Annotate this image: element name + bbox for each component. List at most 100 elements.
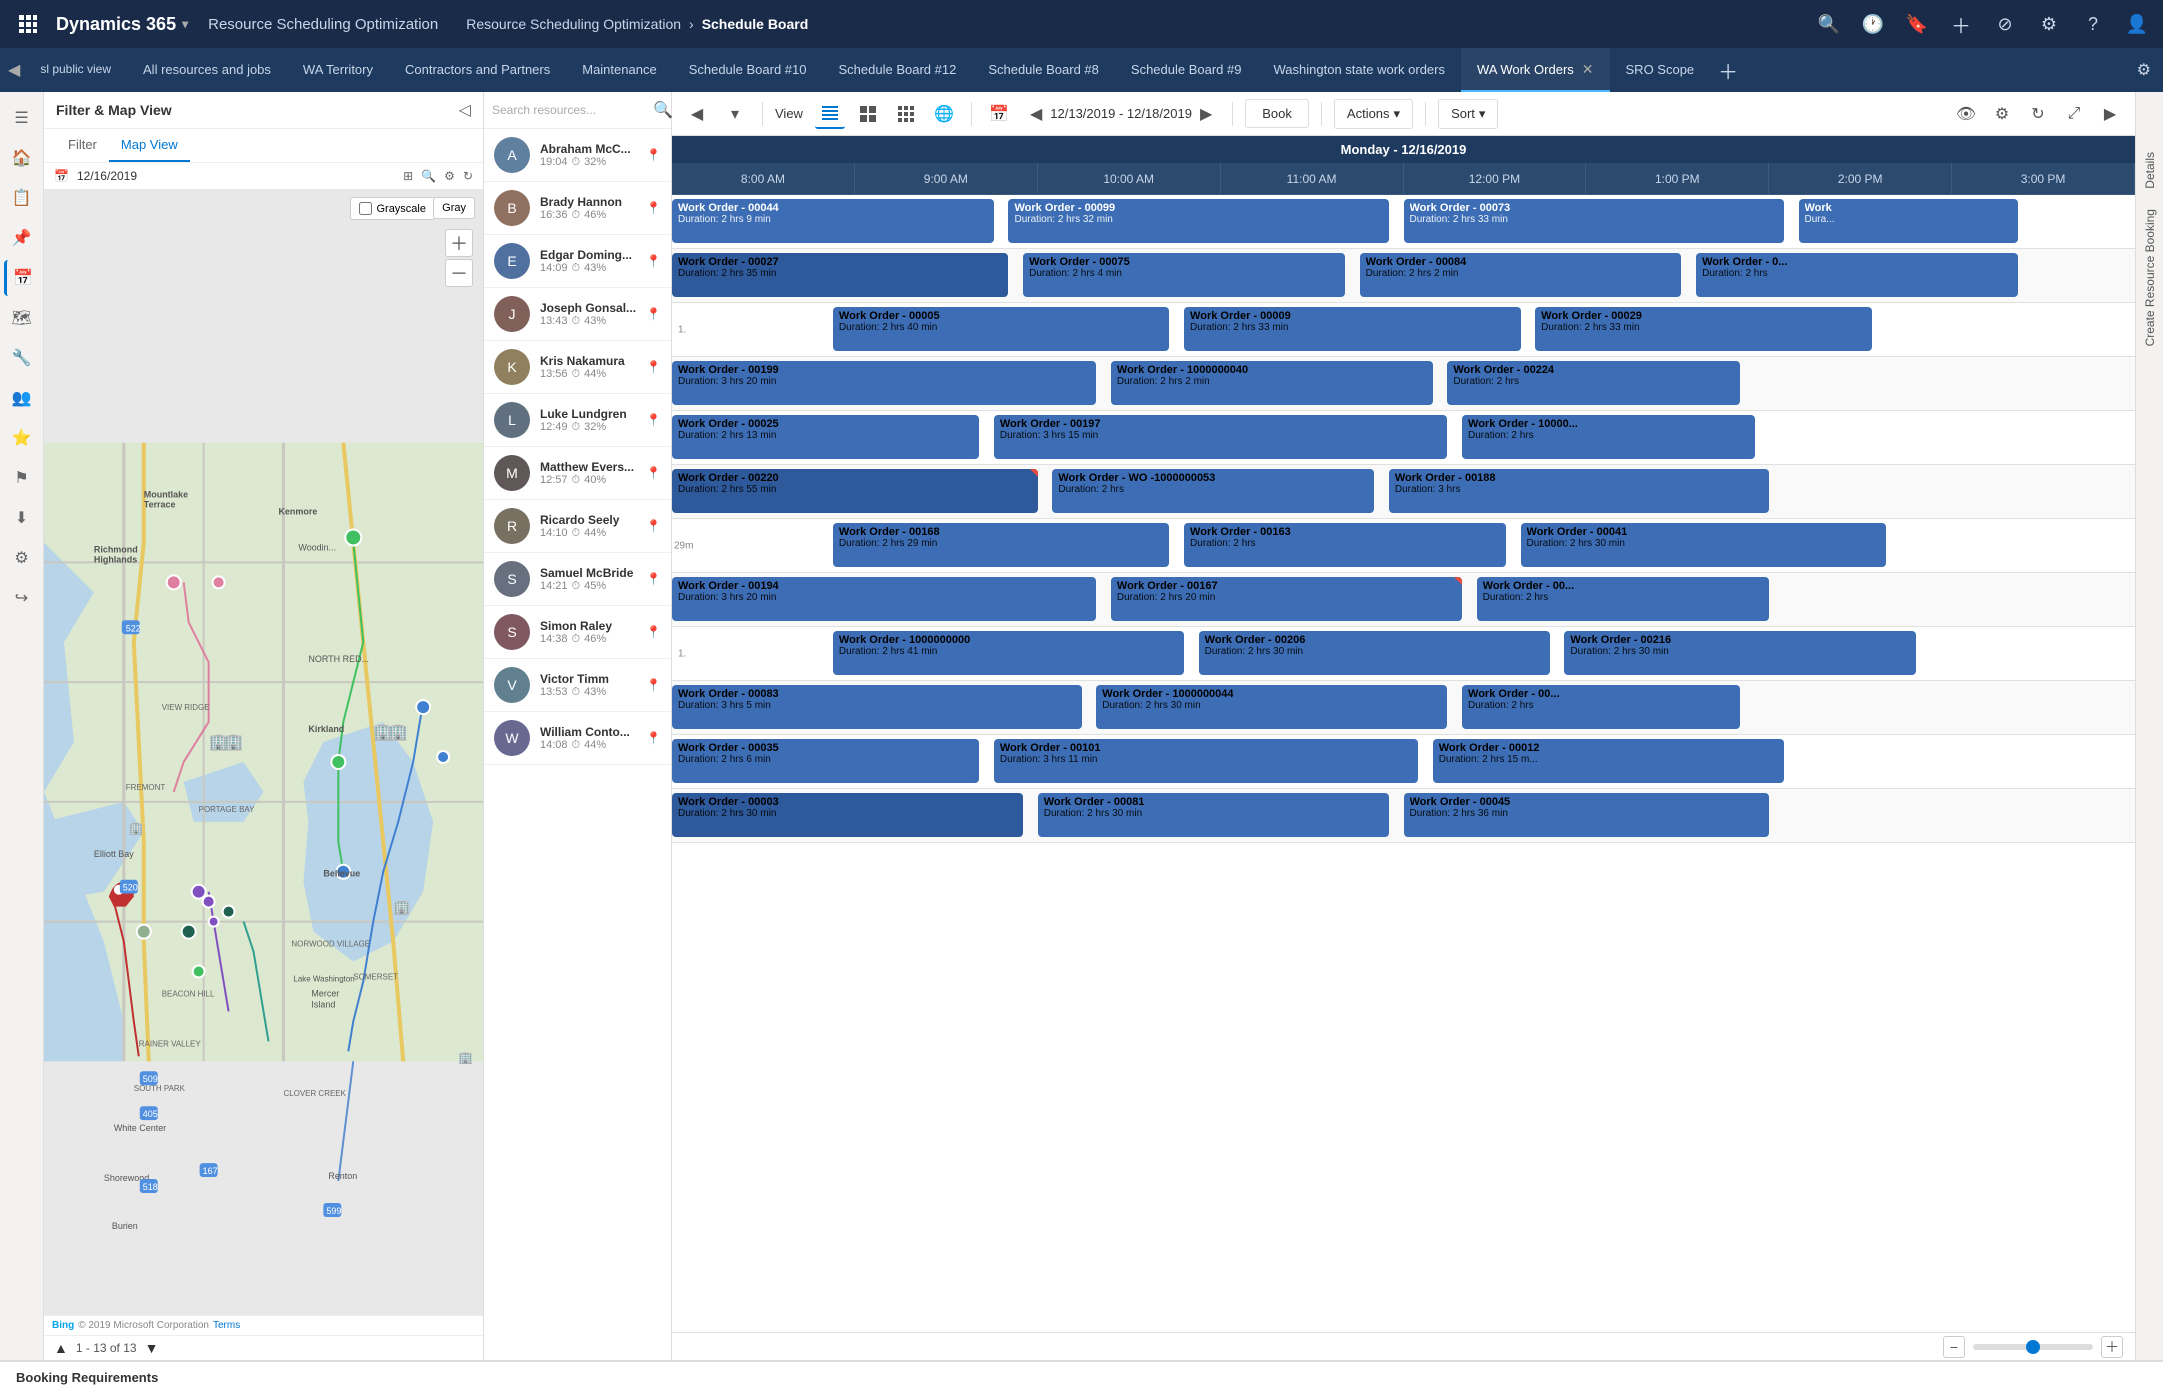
list-view-btn[interactable] [815, 99, 845, 129]
tab-schedule-10[interactable]: Schedule Board #10 [673, 48, 823, 92]
resource-item[interactable]: M Matthew Evers... 12:57 ⏱ 40% 📍 [484, 447, 671, 500]
zoom-in-btn[interactable]: ＋ [445, 229, 473, 257]
map-tab-mapview[interactable]: Map View [109, 129, 190, 162]
eye-icon[interactable]: 👁 [1951, 99, 1981, 129]
map-container[interactable]: 🏢 🏢 🏢 🏢 🏢 🏢 🏢 Mountlake Terrace Richmond… [44, 189, 483, 1315]
work-order-block[interactable]: Work Order - 1000000044 Duration: 2 hrs … [1096, 685, 1447, 729]
work-order-block[interactable]: Work Order - 00025 Duration: 2 hrs 13 mi… [672, 415, 979, 459]
app-grid-icon[interactable] [12, 8, 44, 40]
resources-search-icon[interactable]: 🔍 [653, 100, 673, 120]
work-order-block[interactable]: Work Order - 00005 Duration: 2 hrs 40 mi… [833, 307, 1169, 351]
sidebar-star-icon[interactable]: ⭐ [4, 420, 40, 456]
table-view-btn[interactable] [853, 99, 883, 129]
resource-item[interactable]: K Kris Nakamura 13:56 ⏱ 44% 📍 [484, 341, 671, 394]
tab-add-button[interactable]: ＋ [1710, 48, 1746, 92]
zoom-plus-btn[interactable]: ＋ [2101, 1336, 2123, 1358]
work-order-block[interactable]: Work Order - 00027 Duration: 2 hrs 35 mi… [672, 253, 1008, 297]
work-order-block[interactable]: Work Order - 00035 Duration: 2 hrs 6 min [672, 739, 979, 783]
work-order-block[interactable]: Work Order - WO -1000000053 Duration: 2 … [1052, 469, 1374, 513]
work-order-block[interactable]: Work Order - 00194 Duration: 3 hrs 20 mi… [672, 577, 1096, 621]
sidebar-flag-icon[interactable]: ⚑ [4, 460, 40, 496]
work-order-block[interactable]: Work Order - 00044 Duration: 2 hrs 9 min [672, 199, 994, 243]
actions-button[interactable]: Actions ▾ [1334, 99, 1413, 129]
breadcrumb-item-2[interactable]: Schedule Board [702, 16, 809, 32]
work-order-block[interactable]: Work Order - 00099 Duration: 2 hrs 32 mi… [1008, 199, 1388, 243]
settings-icon[interactable]: ⚙ [2035, 10, 2063, 38]
sidebar-pinned-icon[interactable]: 📌 [4, 220, 40, 256]
work-order-block[interactable]: Work Order - 00083 Duration: 3 hrs 5 min [672, 685, 1082, 729]
sidebar-recent-icon[interactable]: 📋 [4, 180, 40, 216]
work-order-block[interactable]: Work Dura... [1799, 199, 2018, 243]
sort-button[interactable]: Sort ▾ [1438, 99, 1498, 129]
work-order-block[interactable]: Work Order - 00084 Duration: 2 hrs 2 min [1360, 253, 1682, 297]
schedule-settings-icon[interactable]: ⚙ [1987, 99, 2017, 129]
zoom-track[interactable] [1973, 1344, 2093, 1350]
map-cal-icon[interactable]: 📅 [54, 169, 69, 183]
work-order-block[interactable]: Work Order - 0... Duration: 2 hrs [1696, 253, 2018, 297]
work-order-block[interactable]: Work Order - 00101 Duration: 3 hrs 11 mi… [994, 739, 1418, 783]
map-search-icon[interactable]: 🔍 [421, 169, 436, 183]
sidebar-schedule-icon[interactable]: 📅 [4, 260, 40, 296]
sidebar-route-icon[interactable]: ↪ [4, 580, 40, 616]
work-order-block[interactable]: Work Order - 00188 Duration: 3 hrs [1389, 469, 1769, 513]
resource-item[interactable]: S Samuel McBride 14:21 ⏱ 45% 📍 [484, 553, 671, 606]
work-order-block[interactable]: Work Order - 00199 Duration: 3 hrs 20 mi… [672, 361, 1096, 405]
new-icon[interactable]: ＋ [1947, 10, 1975, 38]
schedule-expand-icon[interactable]: ⤢ [2059, 99, 2089, 129]
recent-icon[interactable]: 🕐 [1859, 10, 1887, 38]
sidebar-map-icon[interactable]: 🗺 [4, 300, 40, 336]
schedule-dropdown-btn[interactable]: ▾ [720, 99, 750, 129]
work-order-block[interactable]: Work Order - 00041 Duration: 2 hrs 30 mi… [1521, 523, 1887, 567]
map-refresh-icon[interactable]: ↻ [463, 169, 473, 183]
tab-wa-work-orders[interactable]: WA Work Orders ✕ [1461, 48, 1610, 92]
tab-schedule-12[interactable]: Schedule Board #12 [823, 48, 973, 92]
map-grid-icon[interactable]: ⊞ [403, 169, 413, 183]
grayscale-toggle[interactable]: Grayscale [350, 197, 435, 220]
breadcrumb-item-1[interactable]: Resource Scheduling Optimization [466, 16, 681, 32]
filter-icon[interactable]: ⊘ [1991, 10, 2019, 38]
pagination-down-btn[interactable]: ▼ [145, 1340, 159, 1356]
map-tab-filter[interactable]: Filter [56, 129, 109, 162]
resource-item[interactable]: J Joseph Gonsal... 13:43 ⏱ 43% 📍 [484, 288, 671, 341]
work-order-block[interactable]: Work Order - 1000000000 Duration: 2 hrs … [833, 631, 1184, 675]
work-order-block[interactable]: Work Order - 00029 Duration: 2 hrs 33 mi… [1535, 307, 1871, 351]
tab-schedule-8[interactable]: Schedule Board #8 [972, 48, 1115, 92]
work-order-block[interactable]: Work Order - 00075 Duration: 2 hrs 4 min [1023, 253, 1345, 297]
tab-all-resources[interactable]: All resources and jobs [127, 48, 287, 92]
tab-sl-public-view[interactable]: sl public view [24, 48, 127, 92]
tab-wa-territory[interactable]: WA Territory [287, 48, 389, 92]
tab-settings-button[interactable]: ⚙ [2129, 48, 2159, 92]
work-order-block[interactable]: Work Order - 00... Duration: 2 hrs [1477, 577, 1770, 621]
work-order-block[interactable]: Work Order - 10000... Duration: 2 hrs [1462, 415, 1755, 459]
resource-item[interactable]: V Victor Timm 13:53 ⏱ 43% 📍 [484, 659, 671, 712]
work-order-block[interactable]: Work Order - 00045 Duration: 2 hrs 36 mi… [1404, 793, 1770, 837]
user-icon[interactable]: 👤 [2123, 10, 2151, 38]
work-order-block[interactable]: Work Order - 00224 Duration: 2 hrs [1447, 361, 1740, 405]
work-order-block[interactable]: Work Order - 00012 Duration: 2 hrs 15 m.… [1433, 739, 1784, 783]
schedule-next-page-icon[interactable]: ▶ [2095, 99, 2125, 129]
sidebar-gear2-icon[interactable]: ⚙ [4, 540, 40, 576]
schedule-prev-btn[interactable]: ◀ [682, 99, 712, 129]
gray-button[interactable]: Gray [433, 197, 475, 219]
sidebar-menu-icon[interactable]: ☰ [4, 100, 40, 136]
resource-item[interactable]: W William Conto... 14:08 ⏱ 44% 📍 [484, 712, 671, 765]
work-order-block[interactable]: Work Order - 00216 Duration: 2 hrs 30 mi… [1564, 631, 1915, 675]
create-booking-label[interactable]: Create Resource Booking [2143, 209, 2157, 346]
work-order-block[interactable]: Work Order - 00073 Duration: 2 hrs 33 mi… [1404, 199, 1784, 243]
work-order-block[interactable]: Work Order - 00197 Duration: 3 hrs 15 mi… [994, 415, 1448, 459]
zoom-out-btn[interactable]: － [445, 259, 473, 287]
work-order-block[interactable]: Work Order - 00009 Duration: 2 hrs 33 mi… [1184, 307, 1520, 351]
zoom-minus-btn[interactable]: − [1943, 1336, 1965, 1358]
resource-item[interactable]: A Abraham McC... 19:04 ⏱ 32% 📍 [484, 129, 671, 182]
resource-item[interactable]: L Luke Lundgren 12:49 ⏱ 32% 📍 [484, 394, 671, 447]
saved-icon[interactable]: 🔖 [1903, 10, 1931, 38]
book-button[interactable]: Book [1245, 99, 1309, 128]
resource-item[interactable]: R Ricardo Seely 14:10 ⏱ 44% 📍 [484, 500, 671, 553]
sidebar-people-icon[interactable]: 👥 [4, 380, 40, 416]
work-order-block[interactable]: Work Order - 00081 Duration: 2 hrs 30 mi… [1038, 793, 1389, 837]
work-order-block[interactable]: Work Order - 00167 Duration: 2 hrs 20 mi… [1111, 577, 1462, 621]
resource-item[interactable]: E Edgar Doming... 14:09 ⏱ 43% 📍 [484, 235, 671, 288]
work-order-block[interactable]: Work Order - 00163 Duration: 2 hrs [1184, 523, 1506, 567]
tab-close-icon[interactable]: ✕ [1582, 61, 1594, 78]
date-next-btn[interactable]: ▶ [1200, 104, 1212, 124]
